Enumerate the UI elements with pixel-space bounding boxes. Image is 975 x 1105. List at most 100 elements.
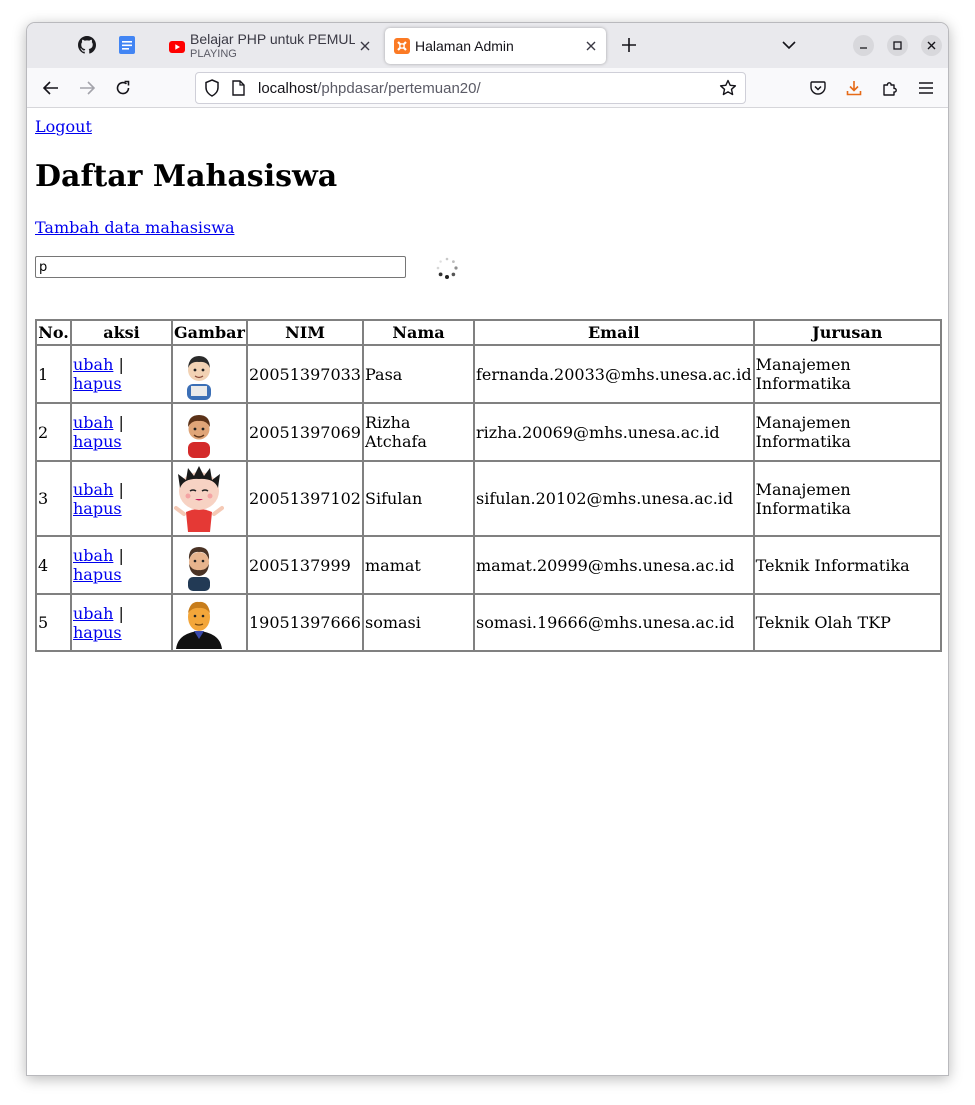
delete-link[interactable]: hapus — [73, 432, 122, 451]
page-info-icon[interactable] — [232, 80, 245, 100]
edit-link[interactable]: ubah — [73, 604, 113, 623]
cell-gambar — [172, 461, 247, 536]
delete-link[interactable]: hapus — [73, 623, 122, 642]
header-jurusan: Jurusan — [753, 320, 941, 345]
cell-email: sifulan.20102@mhs.unesa.ac.id — [474, 461, 754, 536]
cell-gambar — [172, 345, 247, 403]
separator: | — [113, 413, 124, 432]
tab-halaman-admin[interactable]: Halaman Admin — [385, 28, 606, 64]
loading-spinner-icon — [435, 256, 459, 280]
cell-aksi: ubah | hapus — [71, 403, 172, 461]
cell-aksi: ubah | hapus — [71, 536, 172, 594]
table-row: 2 ubah |hapus 20051397069 Rizha Atchafa — [36, 403, 941, 461]
cell-nim: 20051397069 — [247, 403, 363, 461]
download-icon[interactable] — [844, 78, 864, 98]
cell-no: 5 — [36, 594, 71, 651]
search-input[interactable] — [35, 256, 406, 278]
chevron-down-icon[interactable] — [779, 35, 799, 55]
cell-jurusan: Manajemen Informatika — [753, 403, 941, 461]
cell-nama: Rizha Atchafa — [363, 403, 474, 461]
youtube-icon — [169, 38, 185, 54]
url-text[interactable]: localhost/phpdasar/pertemuan20/ — [258, 80, 481, 97]
docs-icon[interactable] — [117, 35, 137, 55]
cell-no: 1 — [36, 345, 71, 403]
delete-link[interactable]: hapus — [73, 374, 122, 393]
tab-youtube[interactable]: Belajar PHP untuk PEMULA PLAYING — [160, 28, 380, 64]
cell-jurusan: Teknik Olah TKP — [753, 594, 941, 651]
cell-gambar — [172, 403, 247, 461]
tab-title: Halaman Admin — [415, 38, 514, 54]
cell-aksi: ubah | hapus — [71, 461, 172, 536]
header-nim: NIM — [247, 320, 363, 345]
reload-icon[interactable] — [113, 78, 133, 98]
header-email: Email — [474, 320, 754, 345]
close-window-icon[interactable] — [921, 35, 942, 56]
cell-nama: Sifulan — [363, 461, 474, 536]
cell-email: somasi.19666@mhs.unesa.ac.id — [474, 594, 754, 651]
cell-no: 3 — [36, 461, 71, 536]
cell-nama: mamat — [363, 536, 474, 594]
cell-nim: 19051397666 — [247, 594, 363, 651]
tab-playing-label: PLAYING — [190, 48, 237, 60]
cell-no: 4 — [36, 536, 71, 594]
hamburger-menu-icon[interactable] — [916, 78, 936, 98]
cell-jurusan: Teknik Informatika — [753, 536, 941, 594]
cell-email: fernanda.20033@mhs.unesa.ac.id — [474, 345, 754, 403]
separator: | — [113, 355, 124, 374]
forward-arrow-icon[interactable] — [77, 78, 97, 98]
cell-aksi: ubah | hapus — [71, 594, 172, 651]
logout-link[interactable]: Logout — [35, 117, 92, 136]
bookmark-star-icon[interactable] — [719, 79, 737, 101]
student-table: No. aksi Gambar NIM Nama Email Jurusan 1… — [35, 319, 942, 652]
new-tab-plus-icon[interactable] — [619, 35, 639, 55]
cell-no: 2 — [36, 403, 71, 461]
cell-gambar — [172, 536, 247, 594]
maximize-icon[interactable] — [887, 35, 908, 56]
delete-link[interactable]: hapus — [73, 499, 122, 518]
shield-icon[interactable] — [204, 79, 220, 101]
url-path: /phpdasar/pertemuan20/ — [317, 80, 481, 97]
cell-nama: somasi — [363, 594, 474, 651]
table-row: 4 ubah | hapus 2005137999 mamat mamat.20… — [36, 536, 941, 594]
back-arrow-icon[interactable] — [41, 78, 61, 98]
cell-email: mamat.20999@mhs.unesa.ac.id — [474, 536, 754, 594]
table-header-row: No. aksi Gambar NIM Nama Email Jurusan — [36, 320, 941, 345]
cell-email: rizha.20069@mhs.unesa.ac.id — [474, 403, 754, 461]
pocket-icon[interactable] — [808, 78, 828, 98]
edit-link[interactable]: ubah — [73, 355, 113, 374]
close-icon[interactable] — [356, 37, 374, 55]
close-icon[interactable] — [582, 37, 600, 55]
minimize-icon[interactable] — [853, 35, 874, 56]
cell-nim: 20051397033 — [247, 345, 363, 403]
edit-link[interactable]: ubah — [73, 413, 113, 432]
page-content: Logout Daftar Mahasiswa Tambah data maha… — [27, 109, 948, 1075]
table-row: 1 ubah | hapus 20051397033 Pasa fernanda… — [36, 345, 941, 403]
student-avatar-image — [187, 356, 211, 400]
page-title: Daftar Mahasiswa — [35, 159, 338, 194]
table-row: 5 ubah | hapus 19051397666 somasi somasi… — [36, 594, 941, 651]
browser-window: Belajar PHP untuk PEMULA PLAYING Halaman… — [26, 22, 949, 1076]
tab-title: Belajar PHP untuk PEMULA — [190, 31, 355, 47]
delete-link[interactable]: hapus — [73, 565, 122, 584]
separator: | — [113, 603, 124, 623]
cell-gambar — [172, 594, 247, 651]
edit-link[interactable]: ubah — [73, 546, 113, 565]
tab-bar: Belajar PHP untuk PEMULA PLAYING Halaman… — [27, 23, 948, 68]
address-bar[interactable]: localhost/phpdasar/pertemuan20/ — [195, 72, 746, 104]
github-icon[interactable] — [77, 35, 97, 55]
xampp-icon — [394, 38, 410, 54]
cell-aksi: ubah | hapus — [71, 345, 172, 403]
header-nama: Nama — [363, 320, 474, 345]
header-gambar: Gambar — [172, 320, 247, 345]
separator: | — [113, 479, 124, 499]
cell-nim: 20051397102 — [247, 461, 363, 536]
extensions-icon[interactable] — [880, 78, 900, 98]
navigation-toolbar: localhost/phpdasar/pertemuan20/ — [27, 68, 948, 108]
add-student-link[interactable]: Tambah data mahasiswa — [35, 218, 234, 237]
cell-jurusan: Manajemen Informatika — [753, 345, 941, 403]
student-avatar-image — [188, 547, 210, 591]
header-aksi: aksi — [71, 320, 172, 345]
edit-link[interactable]: ubah — [73, 480, 113, 499]
table-row: 3 ubah | hapus 20051397102 Sifulan siful… — [36, 461, 941, 536]
cell-nama: Pasa — [363, 345, 474, 403]
